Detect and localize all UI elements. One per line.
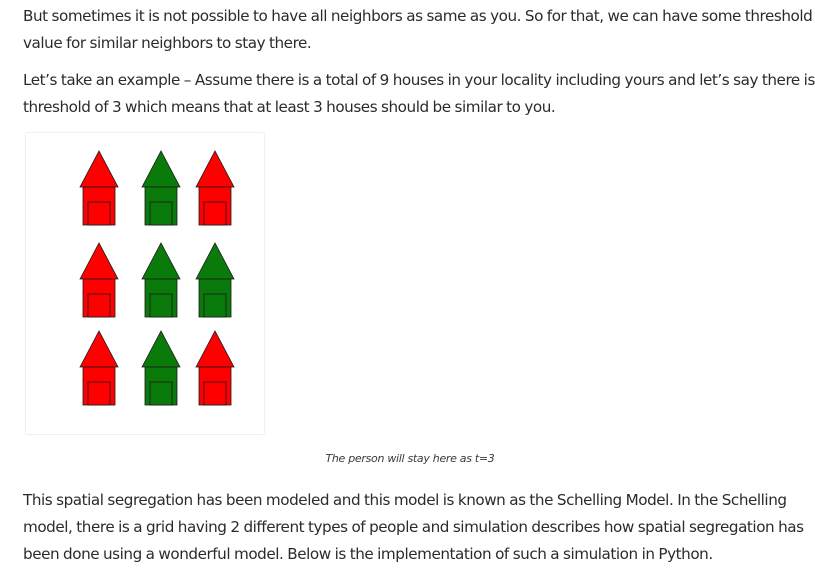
house-icon-red [79, 330, 119, 406]
house-icon-green [141, 150, 181, 226]
paragraph-example: Let’s take an example – Assume there is … [23, 67, 815, 121]
paragraph-line: threshold of 3 which means that at least… [23, 98, 556, 116]
house-icon-red [79, 150, 119, 226]
house-icon-green [141, 330, 181, 406]
house-icon-red [79, 242, 119, 318]
figure-caption: The person will stay here as t=3 [325, 452, 495, 465]
paragraph-threshold-intro: But sometimes it is not possible to have… [23, 3, 813, 57]
paragraph-line: been done using a wonderful model. Below… [23, 545, 713, 563]
paragraph-line: But sometimes it is not possible to have… [23, 7, 813, 25]
paragraph-schelling-model: This spatial segregation has been modele… [23, 487, 804, 568]
paragraph-line: This spatial segregation has been modele… [23, 491, 787, 509]
houses-grid [79, 150, 235, 406]
house-icon-green [141, 242, 181, 318]
paragraph-line: Let’s take an example – Assume there is … [23, 71, 815, 89]
house-icon-red [195, 330, 235, 406]
house-icon-green [195, 242, 235, 318]
paragraph-line: value for similar neighbors to stay ther… [23, 34, 312, 52]
house-icon-red [195, 150, 235, 226]
houses-figure [26, 133, 264, 434]
paragraph-line: model, there is a grid having 2 differen… [23, 518, 804, 536]
